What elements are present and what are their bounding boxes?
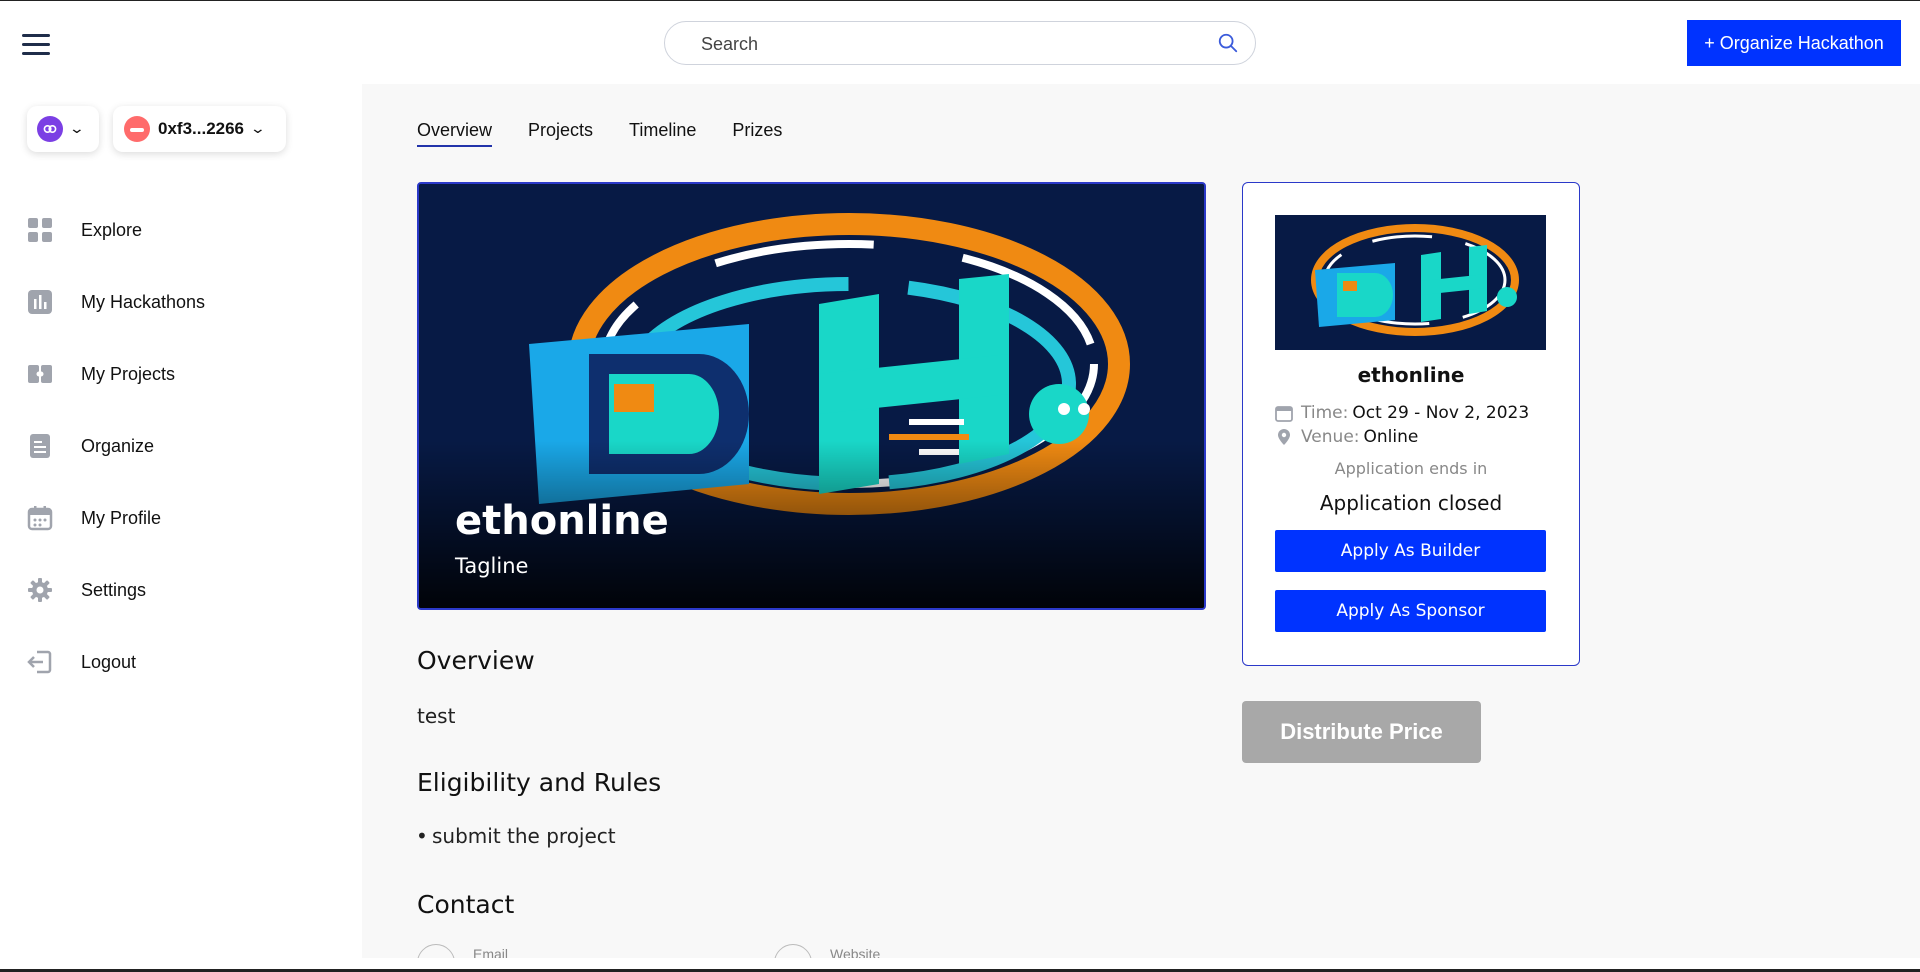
polygon-network-icon xyxy=(37,116,63,142)
banner-title: ethonline xyxy=(455,498,669,544)
tab-overview[interactable]: Overview xyxy=(417,120,493,147)
sidebar-item-label: Organize xyxy=(81,435,155,456)
logout-icon xyxy=(27,650,52,674)
hackathon-banner: ethonline Tagline xyxy=(417,182,1206,610)
wallet-selector[interactable]: 0xf3...2266 ⌄ xyxy=(113,106,286,152)
grid-icon xyxy=(28,218,52,242)
apply-sponsor-button[interactable]: Apply As Sponsor xyxy=(1275,590,1546,632)
main-content: Overview Projects Timeline Prizes ethonl… xyxy=(362,84,1920,958)
card-thumbnail xyxy=(1275,215,1546,350)
rules-heading: Eligibility and Rules xyxy=(417,768,662,797)
contact-row: Email Website xyxy=(417,944,1017,958)
application-ends-label: Application ends in xyxy=(1334,459,1488,478)
apply-builder-button[interactable]: Apply As Builder xyxy=(1275,530,1546,572)
sidebar-item-my-profile[interactable]: My Profile xyxy=(0,482,362,554)
venue-value: Online xyxy=(1363,427,1419,447)
app-frame: + Organize Hackathon ⌄ 0xf3...2266 ⌄ xyxy=(0,0,1920,972)
time-label: Time: xyxy=(1301,403,1349,423)
organize-hackathon-button[interactable]: + Organize Hackathon xyxy=(1687,20,1901,66)
email-icon xyxy=(417,944,455,958)
sidebar-item-my-hackathons[interactable]: My Hackathons xyxy=(0,266,362,338)
banner-tagline: Tagline xyxy=(455,554,529,578)
sidebar-item-explore[interactable]: Explore xyxy=(0,194,362,266)
website-label: Website xyxy=(830,946,881,958)
tab-bar: Overview Projects Timeline Prizes xyxy=(417,120,782,147)
sidebar-item-label: My Hackathons xyxy=(81,291,206,312)
sidebar-item-label: Explore xyxy=(81,219,143,240)
contact-heading: Contact xyxy=(417,890,515,919)
hamburger-menu-icon[interactable] xyxy=(22,34,50,56)
tab-prizes[interactable]: Prizes xyxy=(732,120,782,147)
sidebar-item-label: Logout xyxy=(81,651,137,672)
network-selector[interactable]: ⌄ xyxy=(27,106,99,152)
sidebar-item-my-projects[interactable]: My Projects xyxy=(0,338,362,410)
sidebar-item-settings[interactable]: Settings xyxy=(0,554,362,626)
email-label: Email xyxy=(473,946,509,958)
overview-text: test xyxy=(417,704,456,728)
search-bar[interactable] xyxy=(664,21,1256,65)
rules-list-item: submit the project xyxy=(416,824,616,848)
gear-icon xyxy=(28,578,52,602)
card-venue-row: Venue: Online xyxy=(1275,427,1418,447)
tab-timeline[interactable]: Timeline xyxy=(629,120,696,147)
tickets-icon xyxy=(28,365,52,383)
sidebar-item-logout[interactable]: Logout xyxy=(0,626,362,698)
sidebar-item-label: My Profile xyxy=(81,507,162,528)
sidebar-item-label: My Projects xyxy=(81,363,176,384)
calendar-icon xyxy=(27,506,53,531)
distribute-price-button[interactable]: Distribute Price xyxy=(1242,701,1481,763)
time-value: Oct 29 - Nov 2, 2023 xyxy=(1352,403,1530,423)
dh-logo-image xyxy=(419,184,1204,608)
sidebar-item-organize[interactable]: Organize xyxy=(0,410,362,482)
card-title: ethonline xyxy=(1357,363,1465,387)
location-pin-icon xyxy=(1278,429,1290,445)
search-input[interactable] xyxy=(701,32,1201,56)
venue-label: Venue: xyxy=(1301,427,1360,447)
chart-icon xyxy=(28,290,52,314)
tab-projects[interactable]: Projects xyxy=(528,120,593,147)
top-bar: + Organize Hackathon xyxy=(0,1,1920,84)
hackathon-info-card: ethonline Time: Oct 29 - Nov 2, 2023 Ven… xyxy=(1242,182,1580,666)
calendar-icon xyxy=(1275,406,1293,422)
search-icon[interactable] xyxy=(1217,32,1239,54)
sidebar: ⌄ 0xf3...2266 ⌄ Explore My Hackathons My… xyxy=(0,84,362,958)
wallet-avatar xyxy=(124,116,150,142)
chevron-down-icon: ⌄ xyxy=(68,121,86,137)
document-icon xyxy=(30,434,50,458)
wallet-address: 0xf3...2266 xyxy=(158,119,245,138)
sidebar-item-label: Settings xyxy=(81,579,147,600)
overview-heading: Overview xyxy=(417,646,535,675)
website-icon xyxy=(774,944,812,958)
application-status: Application closed xyxy=(1319,491,1503,515)
card-time-row: Time: Oct 29 - Nov 2, 2023 xyxy=(1275,403,1529,423)
chevron-down-icon: ⌄ xyxy=(249,121,267,137)
sidebar-nav: Explore My Hackathons My Projects Organi… xyxy=(0,194,362,698)
